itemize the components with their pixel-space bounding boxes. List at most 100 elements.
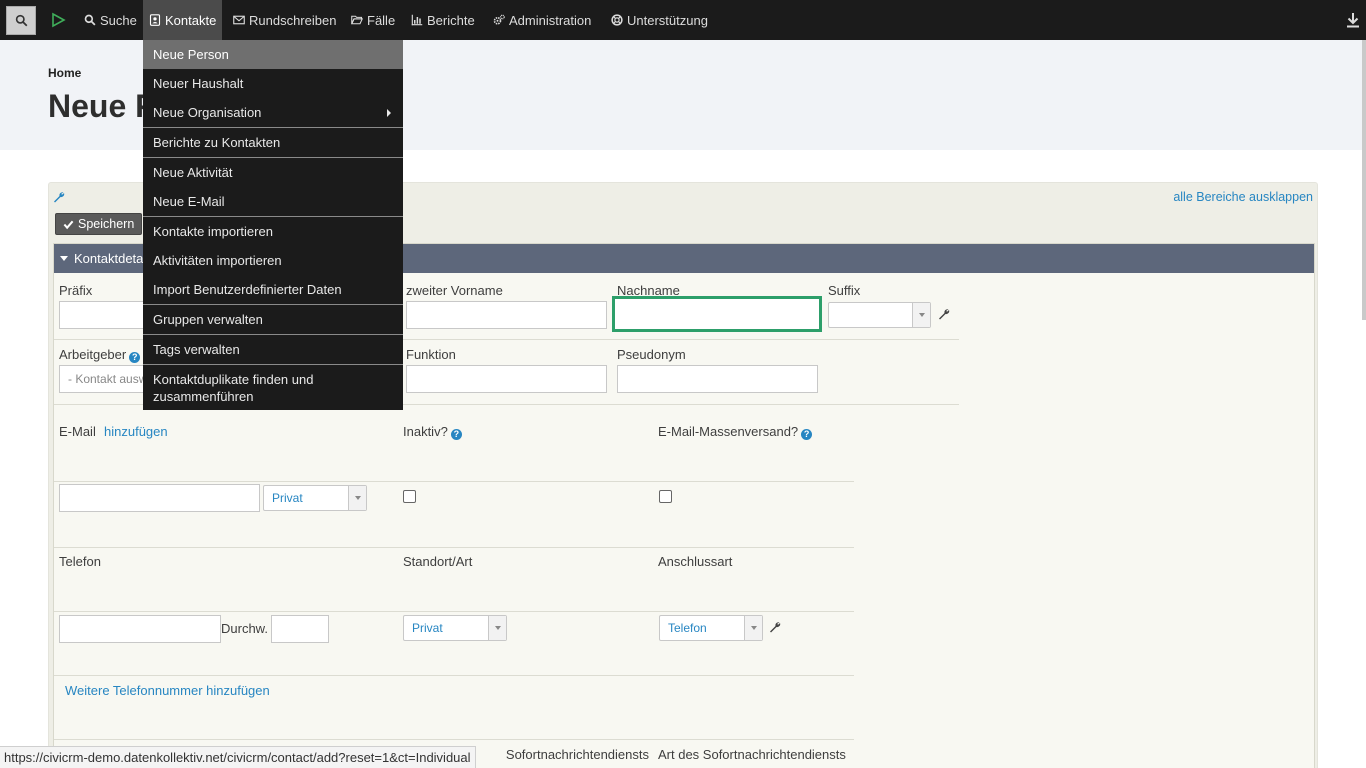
employer-input[interactable]: - Kontakt auswählen - <box>59 365 149 393</box>
menu-item-label: Import Benutzerdefinierter Daten <box>153 282 342 297</box>
nav-reports-label: Berichte <box>427 12 475 28</box>
nav-administration-label: Administration <box>509 12 592 28</box>
nav-mailings-label: Rundschreiben <box>249 12 337 28</box>
chevron-down-icon <box>744 616 762 640</box>
employer-label-text: Arbeitgeber <box>59 347 127 362</box>
email-input[interactable] <box>59 484 260 512</box>
location-type-label: Standort/Art <box>403 554 473 569</box>
divider <box>54 547 854 548</box>
menu-item-label: Berichte zu Kontakten <box>153 135 281 150</box>
nav-administration[interactable]: Administration <box>487 0 597 40</box>
nav-cases-label: Fälle <box>367 12 396 28</box>
menu-item-label: Neuer Haushalt <box>153 76 244 91</box>
suffix-select[interactable] <box>828 302 931 328</box>
phone-input[interactable] <box>59 615 221 643</box>
menu-item-label: Neue Organisation <box>153 105 262 120</box>
contacts-dropdown-menu: Neue Person Neuer Haushalt Neue Organisa… <box>143 40 403 410</box>
search-icon <box>15 14 27 27</box>
menu-item-find-merge-duplicates[interactable]: Kontaktduplikate finden und zusammenführ… <box>143 364 403 410</box>
last-name-input[interactable] <box>612 296 822 332</box>
prefix-label: Präfix <box>59 283 93 298</box>
suffix-label: Suffix <box>828 283 861 298</box>
nav-cases[interactable]: Fälle <box>345 0 401 40</box>
menu-item-label: Tags verwalten <box>153 342 240 357</box>
nav-search-label: Suche <box>100 12 137 28</box>
email-location-select[interactable]: Privat <box>263 485 367 511</box>
breadcrumb[interactable]: Home <box>48 66 81 80</box>
chevron-down-icon <box>488 616 506 640</box>
page-title: Neue Person <box>48 88 148 124</box>
menu-item-new-email[interactable]: Neue E-Mail <box>143 187 403 216</box>
add-email-link[interactable]: hinzufügen <box>104 424 168 439</box>
phone-type-value: Telefon <box>668 621 707 635</box>
menu-item-new-organization[interactable]: Neue Organisation <box>143 98 403 127</box>
nickname-input[interactable] <box>617 365 818 393</box>
bar-chart-icon <box>411 14 423 26</box>
nav-reports[interactable]: Berichte <box>405 0 481 40</box>
check-icon <box>63 220 74 229</box>
inactive-label-text: Inaktiv? <box>403 424 448 439</box>
life-ring-icon <box>611 14 623 26</box>
menu-item-import-activities[interactable]: Aktivitäten importieren <box>143 246 403 275</box>
nickname-label: Pseudonym <box>617 347 686 362</box>
help-icon[interactable]: ? <box>129 352 141 363</box>
employer-label: Arbeitgeber? <box>59 347 141 363</box>
extension-input[interactable] <box>271 615 329 643</box>
wrench-icon[interactable] <box>938 308 950 320</box>
nav-support-label: Unterstützung <box>627 12 708 28</box>
menu-item-label: Aktivitäten importieren <box>153 253 282 268</box>
nav-support[interactable]: Unterstützung <box>605 0 714 40</box>
nav-contacts[interactable]: Kontakte <box>143 0 223 40</box>
menu-item-manage-tags[interactable]: Tags verwalten <box>143 334 403 364</box>
menu-item-new-household[interactable]: Neuer Haushalt <box>143 69 403 98</box>
function-label: Funktion <box>406 347 456 362</box>
envelope-icon <box>233 15 245 25</box>
save-button[interactable]: Speichern <box>55 213 143 235</box>
quicksearch-button[interactable] <box>6 6 36 35</box>
phone-location-value: Privat <box>412 621 443 635</box>
download-icon[interactable] <box>1346 12 1360 28</box>
civicrm-home-icon[interactable] <box>50 12 66 28</box>
gears-icon <box>493 14 505 25</box>
bulk-mail-label-text: E-Mail-Massenversand? <box>658 424 799 439</box>
wrench-icon[interactable] <box>53 191 65 203</box>
phone-type-select[interactable]: Telefon <box>659 615 763 641</box>
help-icon[interactable]: ? <box>450 429 462 440</box>
folder-open-icon <box>351 15 363 25</box>
menu-item-import-contacts[interactable]: Kontakte importieren <box>143 216 403 246</box>
add-phone-link[interactable]: Weitere Telefonnummer hinzufügen <box>65 683 270 698</box>
divider <box>54 611 854 612</box>
middle-name-label: zweiter Vorname <box>406 283 503 298</box>
phone-label: Telefon <box>59 554 101 569</box>
inactive-checkbox[interactable] <box>403 490 416 503</box>
menu-item-manage-groups[interactable]: Gruppen verwalten <box>143 304 403 334</box>
im-type-label: Art des Sofortnachrichtendiensts <box>658 747 846 762</box>
menu-item-label: Kontakte importieren <box>153 224 273 239</box>
function-input[interactable] <box>406 365 607 393</box>
page-scrollbar[interactable] <box>1362 40 1366 320</box>
prefix-select[interactable] <box>59 301 149 329</box>
nav-search[interactable]: Suche <box>78 0 143 40</box>
nav-mailings[interactable]: Rundschreiben <box>227 0 342 40</box>
menu-item-new-individual[interactable]: Neue Person <box>143 40 403 69</box>
inactive-label: Inaktiv?? <box>403 424 462 440</box>
menu-item-contact-reports[interactable]: Berichte zu Kontakten <box>143 127 403 157</box>
divider <box>54 675 854 676</box>
phone-location-select[interactable]: Privat <box>403 615 507 641</box>
collapse-triangle-icon <box>60 256 68 261</box>
middle-name-input[interactable] <box>406 301 607 329</box>
menu-item-import-custom-data[interactable]: Import Benutzerdefinierter Daten <box>143 275 403 304</box>
email-location-value: Privat <box>272 491 303 505</box>
top-nav-bar: Suche Kontakte Rundschreiben Fälle Beric… <box>0 0 1366 40</box>
save-button-label: Speichern <box>78 217 135 231</box>
status-bar-url: https://civicrm-demo.datenkollektiv.net/… <box>0 746 476 768</box>
phone-type-label: Anschlussart <box>658 554 733 569</box>
menu-item-label: Neue E-Mail <box>153 194 225 209</box>
expand-all-link[interactable]: alle Bereiche ausklappen <box>1173 190 1313 204</box>
wrench-icon[interactable] <box>769 621 781 633</box>
chevron-down-icon <box>348 486 366 510</box>
nav-contacts-label: Kontakte <box>165 12 217 28</box>
bulk-mail-checkbox[interactable] <box>659 490 672 503</box>
menu-item-new-activity[interactable]: Neue Aktivität <box>143 157 403 187</box>
help-icon[interactable]: ? <box>801 429 813 440</box>
